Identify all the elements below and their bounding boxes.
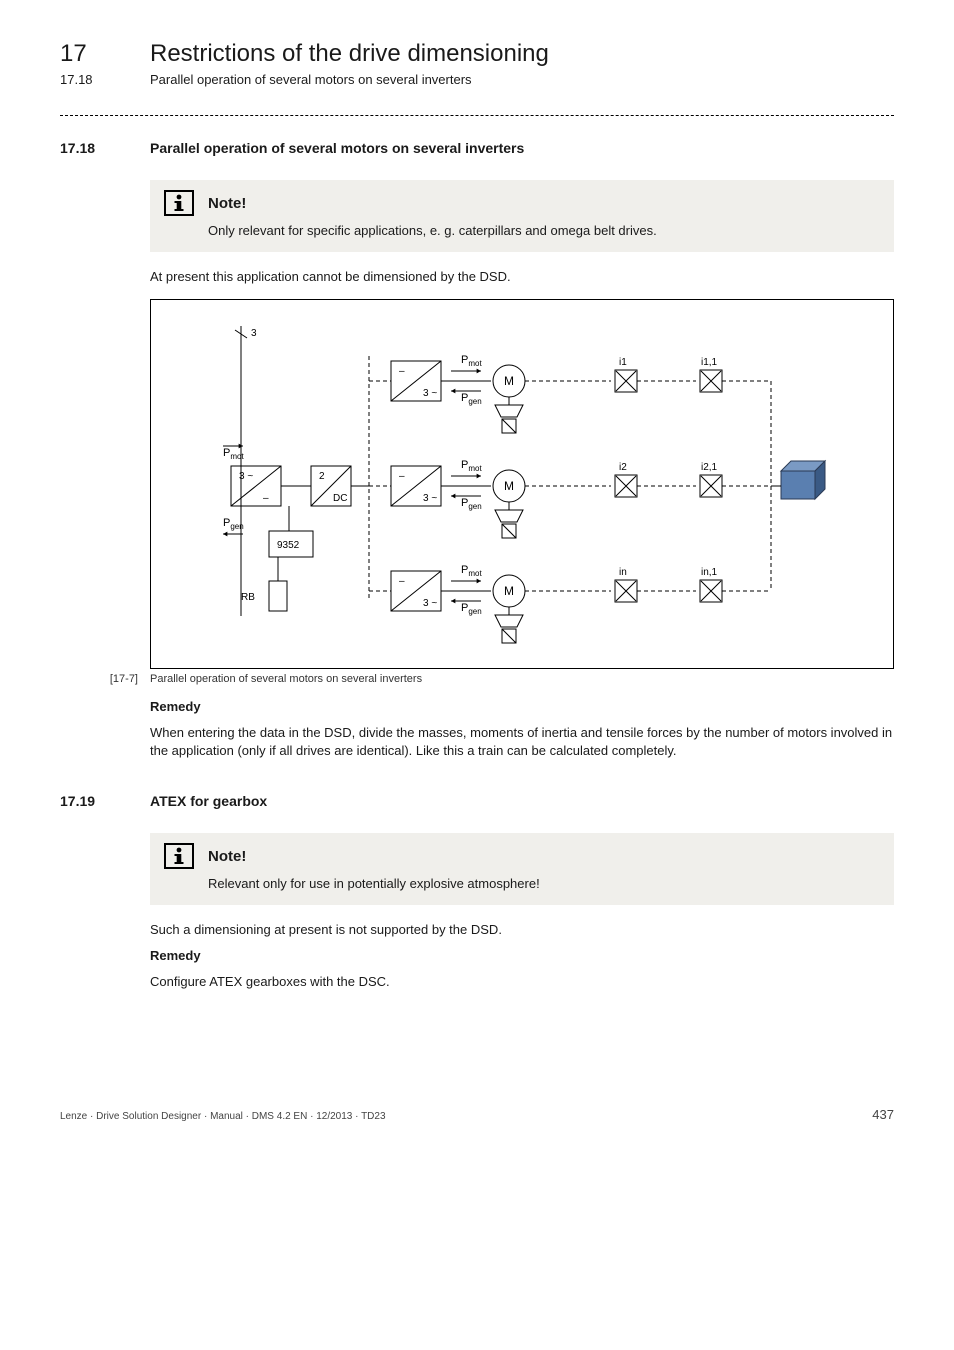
svg-text:Pmot: Pmot <box>461 354 482 368</box>
svg-text:in,1: in,1 <box>701 567 718 578</box>
info-icon <box>164 843 194 869</box>
note-body: Relevant only for use in potentially exp… <box>150 875 894 905</box>
info-icon <box>164 190 194 216</box>
body-paragraph: At present this application cannot be di… <box>150 268 894 286</box>
svg-text:3 ~: 3 ~ <box>239 471 253 482</box>
svg-text:–: – <box>399 471 405 482</box>
svg-text:2: 2 <box>319 471 325 482</box>
svg-text:Pmot: Pmot <box>461 459 482 473</box>
svg-text:3 ~: 3 ~ <box>423 598 437 609</box>
svg-text:–: – <box>399 576 405 587</box>
page-number: 437 <box>872 1107 894 1122</box>
chapter-number: 17 <box>60 40 120 68</box>
svg-text:M: M <box>504 479 514 493</box>
note-body: Only relevant for specific applications,… <box>150 222 894 252</box>
dashed-divider <box>60 115 894 116</box>
svg-text:3: 3 <box>251 328 257 339</box>
svg-text:Pmot: Pmot <box>461 564 482 578</box>
svg-text:i1,1: i1,1 <box>701 357 718 368</box>
note-box: Note! Relevant only for use in potential… <box>150 833 894 905</box>
svg-text:3 ~: 3 ~ <box>423 493 437 504</box>
svg-text:DC: DC <box>333 493 347 504</box>
remedy-body: Configure ATEX gearboxes with the DSC. <box>150 973 894 991</box>
svg-text:i2: i2 <box>619 462 627 473</box>
svg-text:Pgen: Pgen <box>461 602 482 616</box>
section-number: 17.19 <box>60 793 120 809</box>
remedy-body: When entering the data in the DSD, divid… <box>150 724 894 759</box>
footer-text: Lenze · Drive Solution Designer · Manual… <box>60 1111 386 1122</box>
svg-text:–: – <box>399 366 405 377</box>
section-number: 17.18 <box>60 140 120 156</box>
figure-tag: [17-7] <box>80 673 138 685</box>
svg-text:RB: RB <box>241 592 255 603</box>
svg-text:Pgen: Pgen <box>461 392 482 406</box>
figure-diagram: 33 ~–PmotPgen2DC9352RB–3 ~PmotPgenMi1i1,… <box>150 299 894 669</box>
remedy-heading: Remedy <box>150 699 894 714</box>
note-label: Note! <box>208 195 246 212</box>
section-title: ATEX for gearbox <box>150 793 267 809</box>
svg-text:3 ~: 3 ~ <box>423 388 437 399</box>
svg-text:i2,1: i2,1 <box>701 462 718 473</box>
figure-caption: Parallel operation of several motors on … <box>150 673 422 685</box>
svg-text:–: – <box>263 493 269 504</box>
note-box: Note! Only relevant for specific applica… <box>150 180 894 252</box>
remedy-heading: Remedy <box>150 948 894 963</box>
svg-text:i1: i1 <box>619 357 627 368</box>
svg-text:9352: 9352 <box>277 540 300 551</box>
body-paragraph: Such a dimensioning at present is not su… <box>150 921 894 939</box>
svg-text:M: M <box>504 584 514 598</box>
section-title: Parallel operation of several motors on … <box>150 140 524 156</box>
note-label: Note! <box>208 848 246 865</box>
chapter-title: Restrictions of the drive dimensioning <box>150 40 549 68</box>
svg-text:in: in <box>619 567 627 578</box>
svg-text:Pgen: Pgen <box>461 497 482 511</box>
section-title-header: Parallel operation of several motors on … <box>150 72 472 87</box>
svg-text:M: M <box>504 374 514 388</box>
section-number-header: 17.18 <box>60 72 120 87</box>
